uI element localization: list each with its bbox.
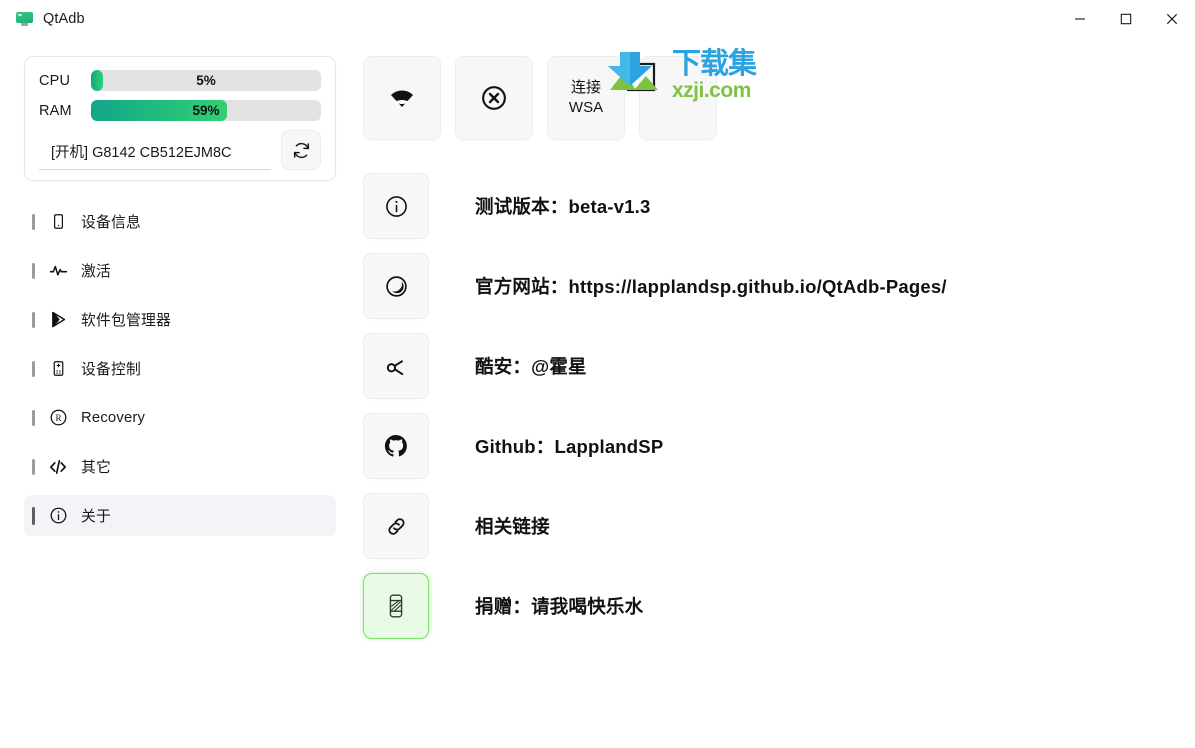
version-button[interactable]: [363, 173, 429, 239]
info-circle-icon: [385, 195, 407, 217]
nav-marker: [32, 213, 35, 230]
sidebar-item-label: Recovery: [81, 409, 146, 426]
device-select[interactable]: [开机] G8142 CB512EJM8C: [39, 135, 271, 170]
connect-wsa-label-line1: 连接: [570, 78, 601, 96]
close-circle-icon: [482, 86, 506, 110]
globe-icon: [385, 275, 407, 297]
sidebar: CPU 5% RAM 59% [开机] G8142 CB512EJM8C 设备信…: [0, 38, 348, 748]
coolapk-icon: [386, 359, 403, 375]
links-button[interactable]: [363, 493, 429, 559]
info-row-github: Github：LapplandSP: [363, 406, 1171, 486]
nav-marker: [32, 262, 35, 279]
info-row-links: 相关链接: [363, 486, 1171, 566]
cpu-meter: 5%: [91, 70, 321, 91]
github-icon: [384, 434, 407, 457]
coolapk-button[interactable]: [363, 333, 429, 399]
remote-control-icon: [48, 359, 68, 379]
body-area: CPU 5% RAM 59% [开机] G8142 CB512EJM8C 设备信…: [0, 38, 1195, 748]
sidebar-nav: 设备信息 激活 软件包管理器 设备控制 R Recovery 其它 关于: [24, 201, 336, 536]
sidebar-item-about[interactable]: 关于: [24, 495, 336, 536]
code-brackets-icon: [48, 457, 68, 477]
coolapk-text: 酷安：@霍星: [475, 356, 587, 377]
sidebar-item-other[interactable]: 其它: [24, 446, 336, 487]
device-row: [开机] G8142 CB512EJM8C: [39, 130, 321, 170]
window-controls: [1057, 0, 1195, 38]
donate-text: 捐赠：请我喝快乐水: [475, 596, 644, 617]
disconnect-button[interactable]: [455, 56, 533, 140]
wifi-icon: [391, 90, 413, 107]
nav-marker: [32, 506, 35, 525]
ram-meter: 59%: [91, 100, 321, 121]
title-bar-left: QtAdb: [0, 11, 85, 27]
status-card: CPU 5% RAM 59% [开机] G8142 CB512EJM8C: [24, 56, 336, 181]
link-icon: [387, 517, 405, 535]
info-row-website: 官方网站：https://lapplandsp.github.io/QtAdb-…: [363, 246, 1171, 326]
sidebar-item-label: 设备控制: [81, 362, 141, 378]
sidebar-item-label: 设备信息: [81, 215, 141, 231]
about-info-list: 测试版本：beta-v1.3 官方网站：https://lapplandsp.g…: [363, 166, 1171, 646]
activity-pulse-icon: [48, 261, 68, 281]
close-button[interactable]: [1149, 0, 1195, 38]
github-text: Github：LapplandSP: [475, 436, 664, 457]
refresh-button[interactable]: [281, 130, 321, 170]
ram-value: 59%: [192, 103, 220, 118]
minimize-button[interactable]: [1057, 0, 1103, 38]
website-text: 官方网站：https://lapplandsp.github.io/QtAdb-…: [475, 276, 947, 297]
sidebar-item-activate[interactable]: 激活: [24, 250, 336, 291]
play-store-icon: [48, 310, 68, 330]
sidebar-item-package-manager[interactable]: 软件包管理器: [24, 299, 336, 340]
nav-marker: [32, 409, 35, 426]
cpu-meter-row: CPU 5%: [39, 70, 321, 91]
nav-marker: [32, 458, 35, 475]
fourth-toolbar-button[interactable]: [639, 56, 717, 140]
app-window: QtAdb CPU 5% RAM 59% [开机] G8142 CB512EJM…: [0, 0, 1195, 748]
app-title: QtAdb: [43, 11, 85, 27]
sidebar-item-label: 其它: [81, 460, 111, 476]
info-row-coolapk: 酷安：@霍星: [363, 326, 1171, 406]
sidebar-item-label: 关于: [81, 509, 111, 525]
info-row-version: 测试版本：beta-v1.3: [363, 166, 1171, 246]
nav-marker: [32, 311, 35, 328]
cpu-label: CPU: [39, 72, 71, 89]
website-button[interactable]: [363, 253, 429, 319]
nav-marker: [32, 360, 35, 377]
minimize-icon: [1075, 18, 1085, 20]
ram-label: RAM: [39, 102, 72, 119]
monitor-icon: [16, 12, 33, 26]
soda-can-icon: [389, 594, 403, 618]
maximize-button[interactable]: [1103, 0, 1149, 38]
sidebar-item-label: 软件包管理器: [81, 313, 171, 329]
close-icon: [1166, 13, 1178, 25]
info-row-donate: 捐赠：请我喝快乐水: [363, 566, 1171, 646]
info-circle-icon: [48, 506, 68, 526]
refresh-icon: [293, 142, 309, 158]
toolbar: 连接 WSA: [363, 56, 1171, 140]
main-content: 连接 WSA 下载集 xzji.com 测试版本：beta-v1.3 官方网站：…: [348, 38, 1195, 748]
ram-meter-row: RAM 59%: [39, 100, 321, 121]
wifi-connect-button[interactable]: [363, 56, 441, 140]
cpu-value: 5%: [196, 73, 216, 88]
sidebar-item-device-info[interactable]: 设备信息: [24, 201, 336, 242]
phone-icon: [48, 212, 68, 232]
donate-button[interactable]: [363, 573, 429, 639]
sidebar-item-recovery[interactable]: R Recovery: [24, 397, 336, 438]
github-button[interactable]: [363, 413, 429, 479]
connect-wsa-button[interactable]: 连接 WSA: [547, 56, 625, 140]
title-bar: QtAdb: [0, 0, 1195, 38]
links-text: 相关链接: [475, 516, 550, 537]
registered-r-icon: R: [48, 408, 68, 428]
version-text: 测试版本：beta-v1.3: [475, 196, 651, 217]
connect-wsa-label-line2: WSA: [568, 99, 604, 116]
sidebar-item-label: 激活: [81, 264, 111, 280]
svg-text:R: R: [55, 413, 62, 423]
maximize-icon: [1120, 13, 1132, 25]
sidebar-item-device-control[interactable]: 设备控制: [24, 348, 336, 389]
